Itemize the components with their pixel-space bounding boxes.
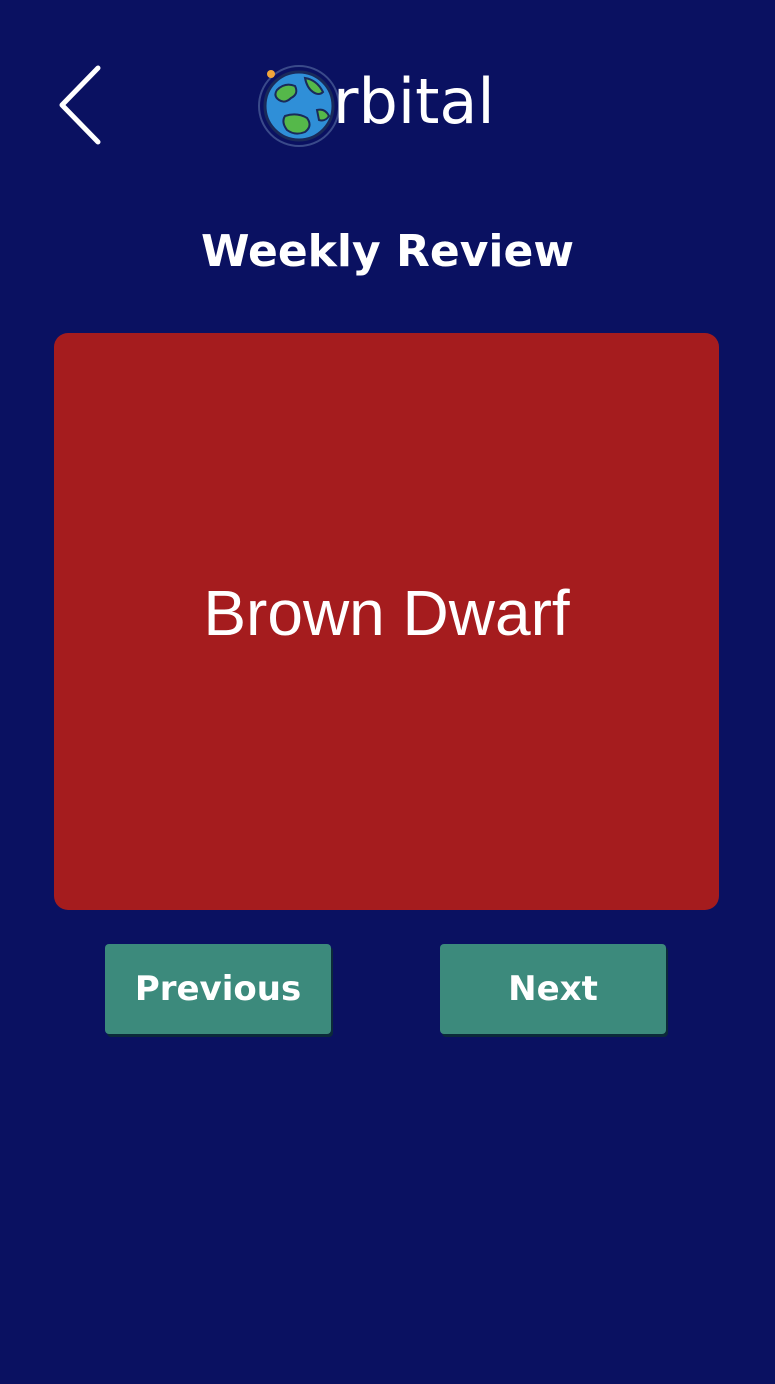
next-button[interactable]: Next	[440, 944, 666, 1034]
flashcard-term: Brown Dwarf	[203, 576, 570, 649]
page-title: Weekly Review	[201, 226, 574, 277]
flashcard[interactable]: Brown Dwarf	[54, 333, 719, 910]
previous-button[interactable]: Previous	[105, 944, 331, 1034]
back-button[interactable]	[52, 62, 112, 148]
chevron-left-icon	[59, 65, 101, 145]
earth-globe-icon	[258, 65, 340, 147]
app-logo: rbital	[255, 58, 495, 150]
logo-text: rbital	[333, 65, 495, 138]
